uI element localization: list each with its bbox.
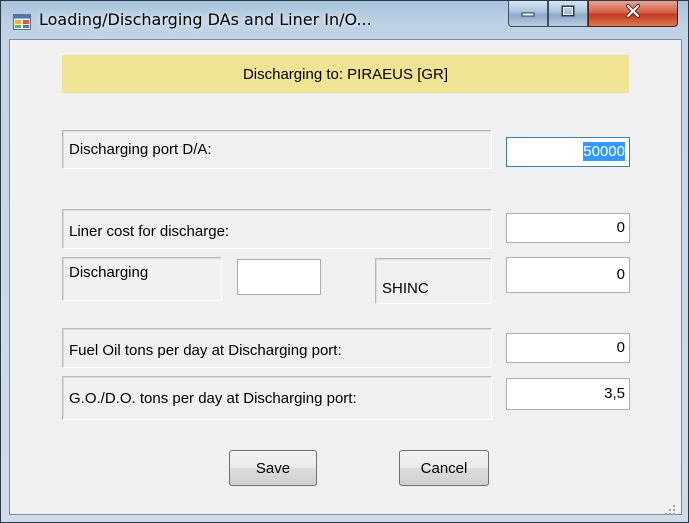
minimize-button[interactable] <box>508 1 548 27</box>
liner-cost-label: Liner cost for discharge: <box>62 209 492 249</box>
go-do-label: G.O./D.O. tons per day at Discharging po… <box>62 376 492 420</box>
minimize-icon <box>520 5 536 23</box>
cancel-button[interactable]: Cancel <box>399 450 489 486</box>
title-bar[interactable]: Loading/Discharging DAs and Liner In/O..… <box>1 1 688 39</box>
close-button[interactable] <box>588 1 678 27</box>
terms-label: SHINC <box>375 258 492 304</box>
fuel-oil-label: Fuel Oil tons per day at Discharging por… <box>62 328 492 368</box>
discharging-label: Discharging <box>62 257 222 301</box>
app-window-icon[interactable] <box>13 14 31 30</box>
port-da-label: Discharging port D/A: <box>62 130 492 169</box>
discharging-input[interactable] <box>237 259 321 295</box>
resize-grip-icon[interactable] <box>661 501 677 517</box>
window-title: Loading/Discharging DAs and Liner In/O..… <box>39 10 372 29</box>
destination-banner: Discharging to: PIRAEUS [GR] <box>62 55 629 93</box>
maximize-icon <box>560 4 576 23</box>
dialog-window: Loading/Discharging DAs and Liner In/O..… <box>0 0 689 523</box>
fuel-oil-input[interactable]: 0 <box>506 333 630 363</box>
liner-cost-input[interactable]: 0 <box>506 213 630 243</box>
maximize-button[interactable] <box>548 1 588 27</box>
terms-input[interactable]: 0 <box>506 257 630 293</box>
caption-buttons <box>508 1 682 29</box>
close-icon <box>624 3 642 24</box>
port-da-value: 50000 <box>583 142 625 161</box>
go-do-input[interactable]: 3,5 <box>506 378 630 410</box>
save-button[interactable]: Save <box>229 450 317 486</box>
port-da-input[interactable]: 50000 <box>506 137 630 167</box>
